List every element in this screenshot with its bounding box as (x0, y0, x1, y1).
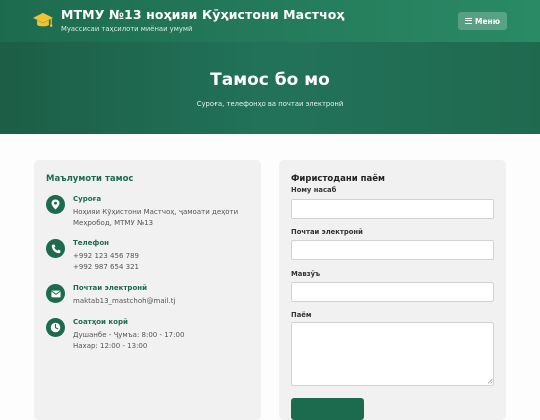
phone-icon (46, 239, 65, 258)
contact-info-card: Маълумоти тамос Суроға Ноҳияи Кӯҳистони … (34, 160, 261, 420)
send-message-button[interactable] (291, 398, 364, 420)
site-subtitle: Муассисаи таҳсилоти миёнаи умумӣ (61, 25, 193, 33)
subject-label: Мавзӯъ (291, 270, 321, 278)
menu-button[interactable]: Меню (458, 12, 507, 30)
site-header: МТМУ №13 ноҳияи Кӯҳистони Мастчоҳ Муасси… (0, 0, 540, 42)
message-textarea[interactable] (291, 322, 494, 386)
message-label: Паём (291, 311, 312, 319)
info-line-phone-1[interactable]: +992 123 456 789 (73, 252, 139, 260)
page-title: Тамос бо мо (210, 70, 330, 90)
name-label: Ному насаб (291, 186, 337, 194)
info-line-address-2: Меҳробод, МТМУ №13 (73, 219, 154, 227)
info-label-phone: Телефон (73, 239, 109, 247)
envelope-icon (46, 284, 65, 303)
contact-form-card: Фиристодани паём Ному насаб Почтаи элект… (279, 160, 506, 420)
message-field-wrap (279, 322, 506, 386)
info-label-email: Почтаи электронӣ (73, 284, 147, 292)
graduation-cap-icon[interactable] (32, 11, 54, 31)
info-line-hours-2: Нахар: 12:00 - 13:00 (73, 342, 148, 350)
info-line-hours-1: Душанбе - Ҷумъа: 8:00 - 17:00 (73, 331, 185, 339)
info-line-email[interactable]: maktab13_mastchoh@mail.tj (73, 297, 175, 305)
hero-banner: Тамос бо мо Суроға, телефонҳо ва почтаи … (0, 42, 540, 134)
name-input[interactable] (291, 199, 494, 219)
info-label-hours: Соатҳои корӣ (73, 318, 128, 326)
menu-button-label: Меню (474, 16, 501, 26)
contact-info-title: Маълумоти тамос (46, 174, 134, 184)
email-label: Почтаи электронӣ (291, 228, 363, 236)
subject-input[interactable] (291, 282, 494, 302)
email-input[interactable] (291, 240, 494, 260)
page-subtitle: Суроға, телефонҳо ва почтаи электронӣ (196, 100, 344, 108)
clock-icon (46, 318, 65, 337)
hamburger-icon (464, 18, 472, 24)
resize-grip-icon[interactable] (487, 378, 493, 384)
info-line-address-1: Ноҳияи Кӯҳистони Мастчоҳ, ҷамоати деҳоти (73, 208, 239, 216)
map-pin-icon (46, 195, 65, 214)
site-title[interactable]: МТМУ №13 ноҳияи Кӯҳистони Мастчоҳ (61, 7, 345, 22)
form-title: Фиристодани паём (291, 174, 385, 184)
info-line-phone-2[interactable]: +992 987 654 321 (73, 263, 139, 271)
info-label-address: Суроға (73, 195, 102, 203)
